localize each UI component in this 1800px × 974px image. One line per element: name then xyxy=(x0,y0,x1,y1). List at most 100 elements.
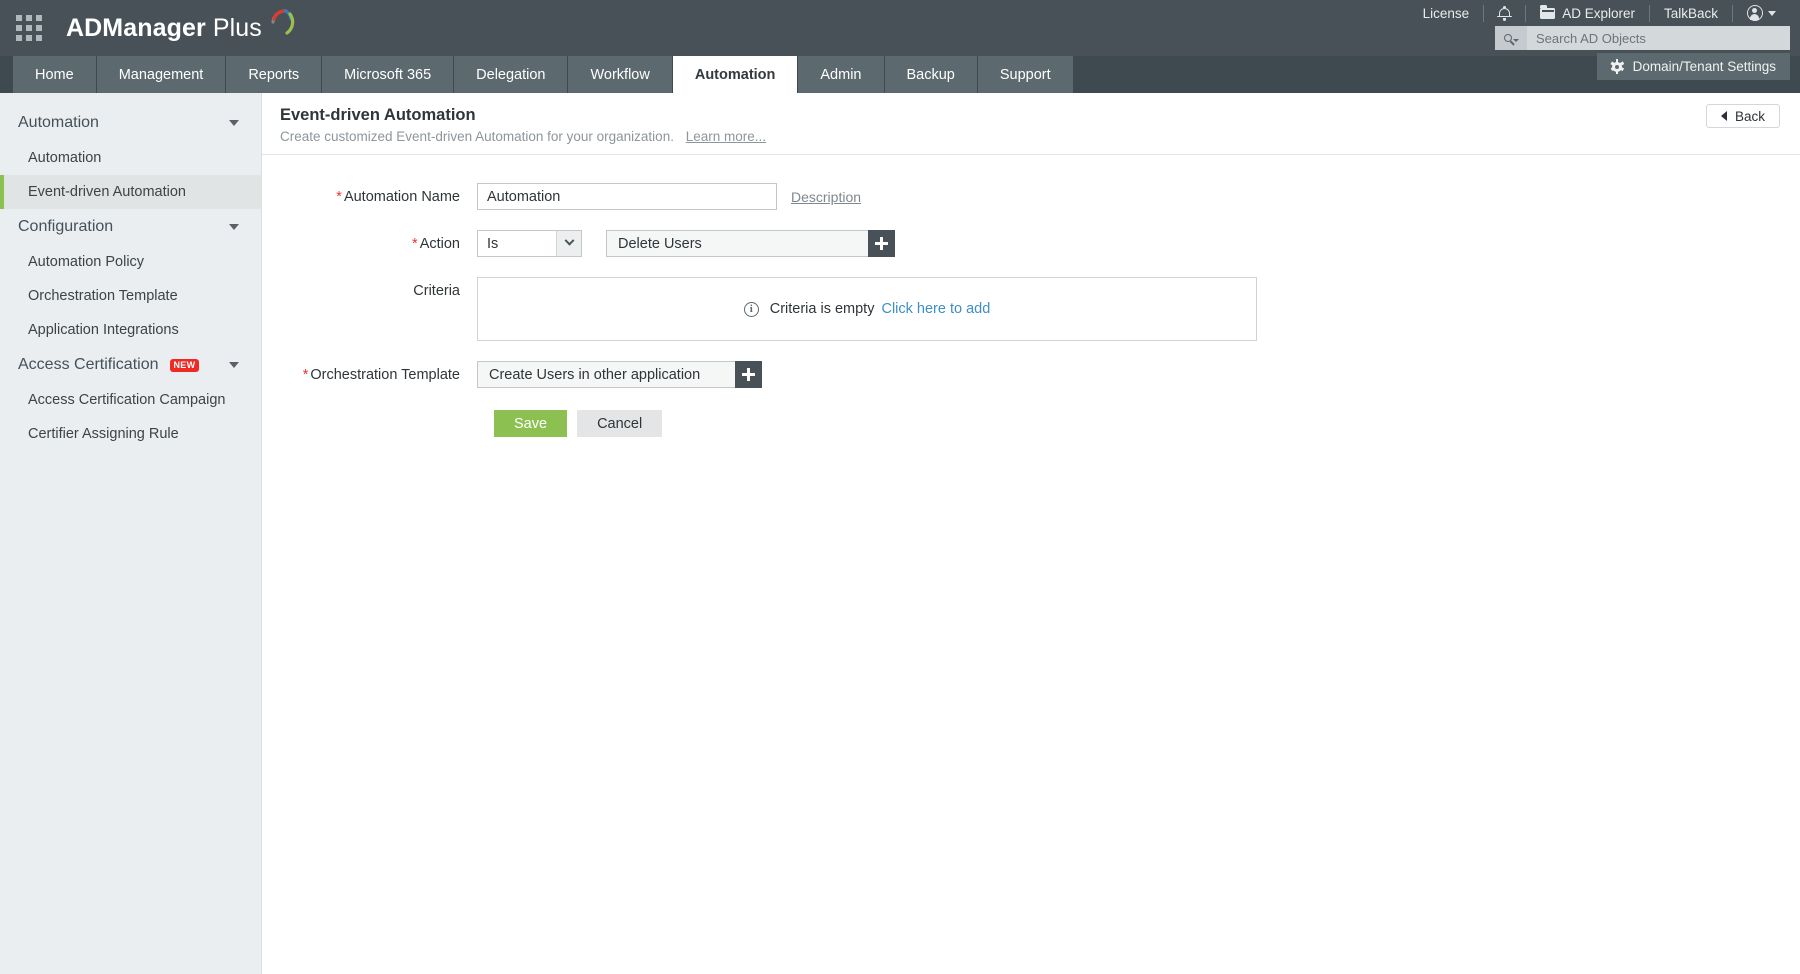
app-header: ADManager Plus License xyxy=(0,0,1800,56)
sidebar-item-automation-policy[interactable]: Automation Policy xyxy=(0,245,261,279)
search-icon xyxy=(1504,34,1512,42)
orchestration-template-label: *Orchestration Template xyxy=(262,361,477,383)
sidebar-group-configuration-label: Configuration xyxy=(18,218,113,236)
form-row-automation-name: *Automation Name Description xyxy=(262,183,1800,210)
cancel-button[interactable]: Cancel xyxy=(577,410,662,437)
apps-grid-icon[interactable] xyxy=(16,15,42,41)
form-row-orchestration-template: *Orchestration Template Create Users in … xyxy=(262,361,1800,388)
automation-name-input[interactable] xyxy=(477,183,777,210)
brand-logo[interactable]: ADManager Plus xyxy=(66,12,296,45)
tab-label: Automation xyxy=(695,67,776,83)
main-content: Event-driven Automation Create customize… xyxy=(262,93,1800,974)
folder-icon xyxy=(1540,8,1555,19)
orchestration-add-button[interactable] xyxy=(735,361,762,388)
tab-backup[interactable]: Backup xyxy=(885,56,978,93)
form-row-action: *Action Is Delete Users xyxy=(262,230,1800,257)
notifications-button[interactable] xyxy=(1484,6,1525,21)
criteria-empty-state: i Criteria is empty Click here to add xyxy=(744,301,991,317)
sidebar-group-label: Configuration xyxy=(18,218,113,236)
criteria-box: i Criteria is empty Click here to add xyxy=(477,277,1257,341)
user-account-menu[interactable] xyxy=(1733,5,1790,21)
required-asterisk: * xyxy=(412,236,418,252)
learn-more-link[interactable]: Learn more... xyxy=(686,129,766,144)
action-add-button[interactable] xyxy=(868,230,895,257)
sidebar-group-label: Access Certification NEW xyxy=(18,356,199,374)
event-driven-automation-form: *Automation Name Description *Action Is … xyxy=(262,155,1800,437)
bell-icon xyxy=(1498,6,1511,21)
brand-name-bold: ADManager xyxy=(66,14,206,43)
tab-label: Reports xyxy=(248,67,299,83)
action-condition-select[interactable]: Is xyxy=(477,230,582,257)
chevron-down-icon xyxy=(1513,39,1519,42)
tab-workflow[interactable]: Workflow xyxy=(568,56,672,93)
sidebar-group-access-certification-label: Access Certification xyxy=(18,356,159,374)
tab-automation[interactable]: Automation xyxy=(673,56,799,93)
sidebar-item-application-integrations[interactable]: Application Integrations xyxy=(0,313,261,347)
description-link[interactable]: Description xyxy=(791,183,861,205)
orchestration-template-field[interactable]: Create Users in other application xyxy=(477,361,735,388)
required-asterisk: * xyxy=(303,367,309,383)
sidebar-item-label: Certifier Assigning Rule xyxy=(28,426,179,442)
required-asterisk: * xyxy=(336,189,342,205)
tab-label: Management xyxy=(119,67,204,83)
chevron-down-icon[interactable] xyxy=(229,120,239,126)
criteria-empty-text: Criteria is empty xyxy=(770,301,875,317)
sidebar-item-label: Orchestration Template xyxy=(28,288,178,304)
search-icon-button[interactable] xyxy=(1495,26,1527,50)
left-sidebar: Automation Automation Event-driven Autom… xyxy=(0,93,262,974)
sidebar-item-orchestration-template[interactable]: Orchestration Template xyxy=(0,279,261,313)
ad-search-box[interactable] xyxy=(1495,26,1790,50)
tab-label: Support xyxy=(1000,67,1051,83)
sidebar-item-event-driven-automation[interactable]: Event-driven Automation xyxy=(0,175,261,209)
label-text: Orchestration Template xyxy=(310,367,460,383)
sidebar-item-label: Application Integrations xyxy=(28,322,179,338)
talkback-link[interactable]: TalkBack xyxy=(1650,6,1732,21)
tab-delegation[interactable]: Delegation xyxy=(454,56,568,93)
sidebar-item-label: Automation Policy xyxy=(28,254,144,270)
tab-label: Workflow xyxy=(590,67,649,83)
brand-name-light: Plus xyxy=(213,14,262,43)
chevron-down-icon[interactable] xyxy=(229,224,239,230)
plus-icon xyxy=(742,368,755,381)
sidebar-item-label: Automation xyxy=(28,150,101,166)
tab-microsoft-365[interactable]: Microsoft 365 xyxy=(322,56,454,93)
chevron-down-icon xyxy=(1768,11,1776,16)
tab-admin[interactable]: Admin xyxy=(798,56,884,93)
select-dropdown-button[interactable] xyxy=(556,231,581,256)
sidebar-item-access-certification-campaign[interactable]: Access Certification Campaign xyxy=(0,383,261,417)
ad-explorer-link[interactable]: AD Explorer xyxy=(1526,6,1649,21)
tab-home[interactable]: Home xyxy=(13,56,97,93)
new-badge: NEW xyxy=(170,359,200,372)
action-value-field[interactable]: Delete Users xyxy=(606,230,868,257)
search-input[interactable] xyxy=(1527,26,1790,50)
back-button[interactable]: Back xyxy=(1706,104,1780,128)
info-icon: i xyxy=(744,302,759,317)
tab-label: Home xyxy=(35,67,74,83)
label-text: Action xyxy=(420,236,460,252)
page-subtitle-text: Create customized Event-driven Automatio… xyxy=(280,129,674,144)
license-link[interactable]: License xyxy=(1409,6,1484,21)
save-button[interactable]: Save xyxy=(494,410,567,437)
user-avatar-icon xyxy=(1747,5,1763,21)
chevron-down-icon[interactable] xyxy=(229,362,239,368)
sidebar-item-automation[interactable]: Automation xyxy=(0,141,261,175)
tab-reports[interactable]: Reports xyxy=(226,56,322,93)
tab-label: Microsoft 365 xyxy=(344,67,431,83)
sidebar-item-certifier-assigning-rule[interactable]: Certifier Assigning Rule xyxy=(0,417,261,451)
sidebar-item-label: Access Certification Campaign xyxy=(28,392,225,408)
action-value-picker: Delete Users xyxy=(606,230,895,257)
criteria-label: Criteria xyxy=(262,277,477,299)
tab-management[interactable]: Management xyxy=(97,56,227,93)
gear-icon xyxy=(1611,60,1624,73)
criteria-add-link[interactable]: Click here to add xyxy=(881,301,990,317)
sidebar-group-automation-label: Automation xyxy=(18,114,99,132)
sidebar-group-access-certification[interactable]: Access Certification NEW xyxy=(0,347,261,383)
chevron-left-icon xyxy=(1721,111,1727,121)
sidebar-group-configuration[interactable]: Configuration xyxy=(0,209,261,245)
page-header: Event-driven Automation Create customize… xyxy=(262,93,1800,155)
tab-support[interactable]: Support xyxy=(978,56,1074,93)
domain-tenant-settings-button[interactable]: Domain/Tenant Settings xyxy=(1597,53,1790,80)
plus-icon xyxy=(875,237,888,250)
chevron-down-icon xyxy=(564,236,574,246)
sidebar-group-automation[interactable]: Automation xyxy=(0,105,261,141)
